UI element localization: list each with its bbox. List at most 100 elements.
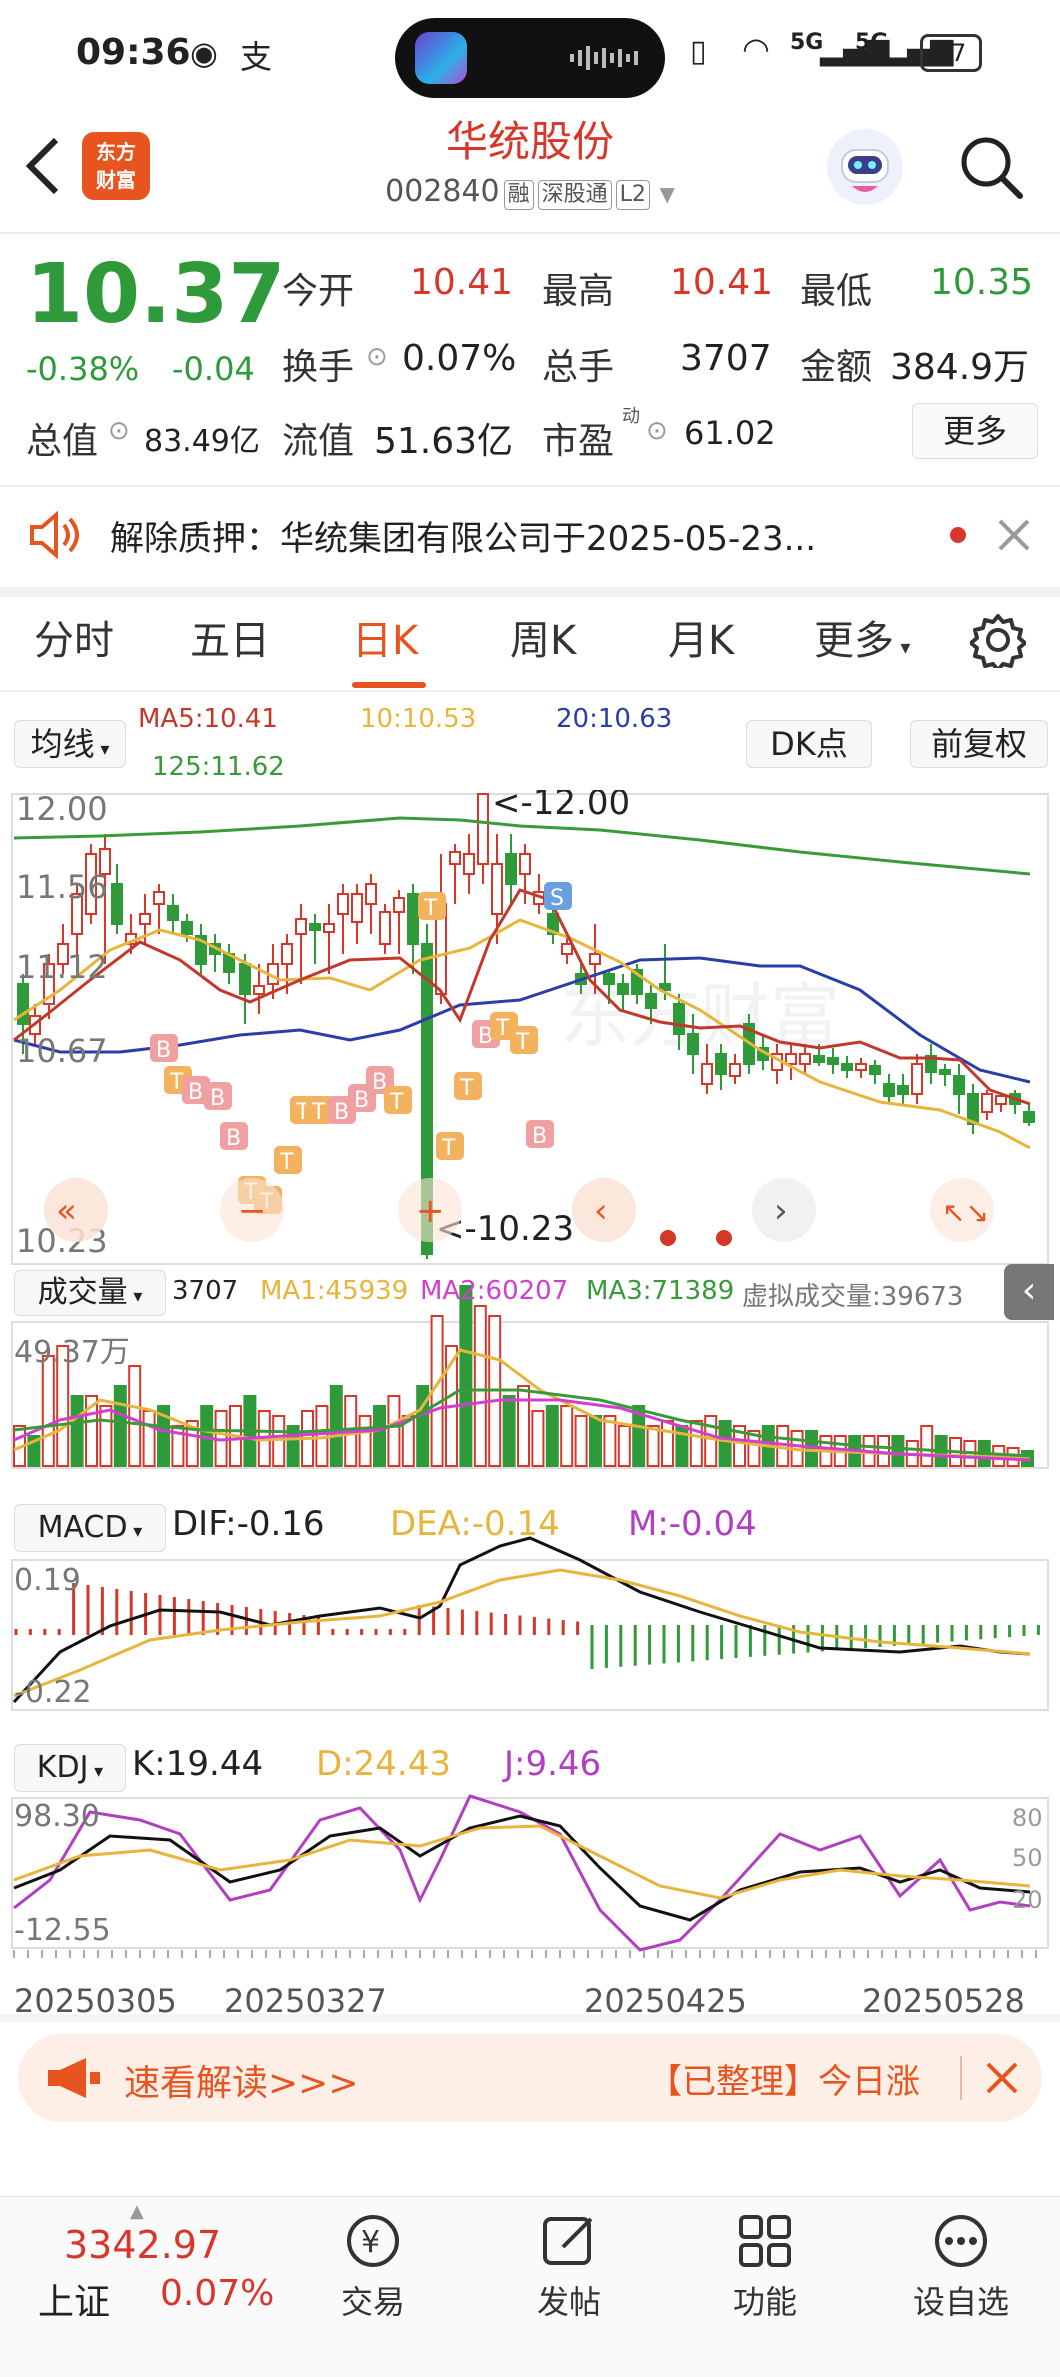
- amount-value: 384.9万: [890, 347, 1030, 388]
- date-ticks: [13, 1950, 1037, 1958]
- turnover-label: 换手: [282, 347, 355, 388]
- close-icon[interactable]: [984, 2060, 1020, 2096]
- kdj-k-line: [13, 1814, 1031, 1922]
- trade-marker-label: T: [423, 896, 438, 921]
- tab-weekly-k[interactable]: 周K: [510, 608, 576, 666]
- tab-more[interactable]: 更多 ▾: [814, 608, 910, 666]
- kline-chart-area[interactable]: 东方财富 BTBBBTTTTTBBBTTTTBTTBS 12.00 11.56 …: [0, 790, 1060, 2030]
- collapse-panel-button[interactable]: ‹: [1004, 1264, 1054, 1320]
- price-adjust-button[interactable]: 前复权: [910, 720, 1048, 768]
- index-value[interactable]: 3342.97: [64, 2223, 221, 2267]
- macd-selector[interactable]: MACD ▾: [14, 1504, 166, 1552]
- macd-y-bottom: -0.22: [14, 1675, 92, 1710]
- minus-icon: −: [238, 1191, 267, 1231]
- robot-assistant-icon[interactable]: [824, 126, 906, 208]
- change-percent: -0.38%: [26, 350, 140, 388]
- search-icon[interactable]: [956, 132, 1026, 202]
- gear-icon[interactable]: [970, 612, 1026, 668]
- nav-post[interactable]: 发帖: [504, 2209, 634, 2323]
- kdj-selector[interactable]: KDJ ▾: [14, 1744, 126, 1792]
- kdj-ref-80: 80: [1012, 1804, 1043, 1832]
- volume-bar: [891, 1435, 905, 1467]
- volume-y-top: 49.37万: [14, 1335, 130, 1370]
- candle-body: [167, 905, 179, 921]
- ai-read-banner[interactable]: 速看解读>>> 【已整理】今日涨: [18, 2034, 1042, 2122]
- notice-bar[interactable]: 解除质押：华统集团有限公司于2025-05-23...: [0, 485, 1060, 597]
- stock-header: 东方 财富 华统股份 002840 融深股通 L2 ▼: [0, 112, 1060, 234]
- ma-selector[interactable]: 均线 ▾: [14, 720, 126, 768]
- dk-point-button[interactable]: DK点: [746, 720, 872, 768]
- nav-add-watchlist[interactable]: 设自选: [896, 2209, 1026, 2323]
- ma125-legend: 125:11.62: [152, 752, 285, 782]
- volume-label: 总手: [542, 347, 615, 388]
- candle-body: [785, 1053, 797, 1065]
- kdj-panel-frame: [11, 1797, 1049, 1949]
- candle-body: [519, 853, 531, 875]
- high-value: 10.41: [670, 262, 774, 303]
- high-label: 最高: [542, 271, 615, 312]
- candle-body: [351, 893, 363, 923]
- dif-legend: DIF:-0.16: [172, 1504, 325, 1544]
- candle-body: [953, 1075, 965, 1095]
- candle-body: [617, 983, 629, 995]
- candle-body: [911, 1063, 923, 1095]
- chevron-up-icon[interactable]: ▲: [130, 2201, 144, 2222]
- kdj-j-legend: J:9.46: [504, 1744, 602, 1784]
- macd-histogram: [14, 1583, 1040, 1669]
- nav-functions[interactable]: 功能: [700, 2209, 830, 2323]
- candle-body: [589, 953, 601, 965]
- candle-body: [603, 973, 615, 985]
- trade-marker-label: T: [279, 1150, 294, 1175]
- pe-value: 61.02: [684, 414, 776, 452]
- volume-bar: [689, 1420, 703, 1467]
- candle-body: [841, 1063, 853, 1071]
- mktcap-value: 83.49亿: [144, 424, 260, 459]
- close-icon[interactable]: [996, 517, 1032, 553]
- dropdown-icon[interactable]: ▼: [659, 182, 674, 206]
- volume-bar: [617, 1425, 631, 1467]
- volume-selector[interactable]: 成交量 ▾: [14, 1270, 166, 1316]
- trade-marker-label: S: [550, 886, 564, 911]
- wifi-icon: ◠: [742, 30, 770, 68]
- banner-divider: [960, 2056, 962, 2100]
- volume-bar: [142, 1410, 156, 1467]
- notice-text: 解除质押：华统集团有限公司于2025-05-23...: [110, 519, 817, 559]
- tab-monthly-k[interactable]: 月K: [668, 608, 734, 666]
- pe-sup: 动: [622, 406, 640, 427]
- volume-bar: [358, 1415, 372, 1467]
- volume-bar: [113, 1385, 127, 1467]
- status-bar: 09:36 ◉ 支 ▯ ◠ 5G ▂▄▆ 5G ▂▄▆ 57: [0, 0, 1060, 112]
- rewind-icon: «: [56, 1191, 77, 1231]
- candle-body: [701, 1063, 713, 1085]
- info-icon[interactable]: ⊙: [366, 342, 388, 372]
- kdj-y-top: 98.30: [14, 1799, 100, 1834]
- dea-line: [13, 1568, 1031, 1698]
- ma20-line: [13, 956, 1031, 1084]
- banner-text: 速看解读>>>: [124, 2063, 359, 2104]
- volume-bar: [560, 1405, 574, 1467]
- candle-body: [309, 923, 321, 931]
- nav-trade[interactable]: ¥ 交易: [308, 2209, 438, 2323]
- speaker-icon: [30, 510, 79, 560]
- kdj-ref-50: 50: [1012, 1844, 1043, 1872]
- info-icon[interactable]: ⊙: [646, 416, 668, 446]
- tab-intraday[interactable]: 分时: [34, 608, 114, 666]
- volume-bar: [459, 1285, 473, 1467]
- candle-body: [365, 883, 377, 905]
- album-art-icon: [415, 32, 467, 84]
- volume-value-legend: 3707: [172, 1276, 239, 1306]
- alipay-icon: 支: [240, 38, 273, 76]
- trade-markers: BTBBBTTTTTBBBTTTTBTTBS: [150, 882, 572, 1215]
- more-quote-button[interactable]: 更多: [912, 403, 1038, 459]
- candle-body: [239, 963, 251, 995]
- info-icon[interactable]: ⊙: [108, 416, 130, 446]
- trade-marker-label: T: [495, 1016, 510, 1041]
- tag-l2: L2: [615, 180, 650, 210]
- tab-five-day[interactable]: 五日: [190, 608, 270, 666]
- tab-daily-k[interactable]: 日K: [352, 608, 418, 666]
- volume-bar: [646, 1425, 660, 1467]
- y-label-4: 10.67: [16, 1032, 108, 1070]
- open-label: 今开: [282, 271, 355, 312]
- virtual-volume-legend: 虚拟成交量:39673: [742, 1282, 964, 1312]
- dif-line: [12, 1536, 1031, 1704]
